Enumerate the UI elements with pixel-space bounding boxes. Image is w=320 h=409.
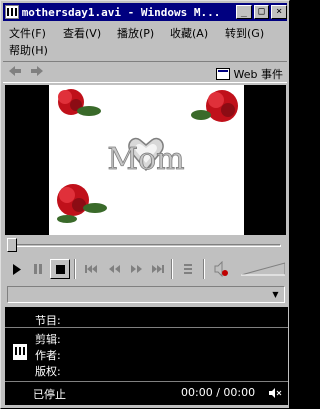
- author-label: 作者:: [35, 349, 61, 362]
- minimize-button[interactable]: _: [236, 5, 252, 19]
- pause-icon: [34, 264, 42, 274]
- web-events-label: Web 事件: [233, 68, 283, 81]
- previous-icon: [85, 265, 97, 273]
- speaker-icon: [214, 261, 228, 277]
- chevron-down-icon[interactable]: ▼: [269, 288, 282, 301]
- next-button[interactable]: [148, 259, 168, 279]
- rewind-icon: [108, 265, 120, 273]
- selection-dropdown[interactable]: ▼: [7, 286, 285, 303]
- playback-controls: [5, 257, 286, 281]
- volume-slider[interactable]: [240, 262, 286, 276]
- menu-goto[interactable]: 转到(G): [225, 25, 264, 41]
- menu-file[interactable]: 文件(F): [9, 25, 46, 41]
- mute-toggle-button[interactable]: [211, 259, 231, 279]
- pause-button[interactable]: [28, 259, 48, 279]
- playlist-icon: [184, 263, 192, 274]
- status-text: 已停止: [33, 388, 66, 401]
- back-arrow-icon[interactable]: [7, 65, 23, 79]
- playlist-button[interactable]: [178, 259, 198, 279]
- menu-favorites[interactable]: 收藏(A): [170, 25, 208, 41]
- speaker-mute-icon[interactable]: [268, 387, 282, 399]
- close-button[interactable]: ×: [271, 5, 287, 19]
- rose-top-left: [58, 89, 101, 116]
- info-divider: [5, 327, 288, 328]
- previous-button[interactable]: [81, 259, 101, 279]
- seek-bar[interactable]: [5, 236, 286, 254]
- rose-bottom-left: [57, 184, 107, 223]
- video-area[interactable]: Mom: [5, 85, 286, 235]
- video-overlay-text: Mom: [107, 142, 184, 177]
- next-icon: [152, 265, 164, 273]
- clip-label: 剪辑:: [35, 333, 61, 346]
- window-title: mothersday1.avi - Windows M...: [21, 5, 221, 19]
- stop-icon: [55, 264, 65, 274]
- video-frame: Mom: [49, 85, 244, 235]
- status-divider: [5, 381, 288, 382]
- controls-separator: [171, 259, 173, 279]
- menu-bar: 文件(F) 查看(V) 播放(P) 收藏(A) 转到(G) 帮助(H): [3, 23, 287, 59]
- seek-track[interactable]: [9, 244, 281, 247]
- video-image: Mom: [57, 89, 238, 223]
- program-label: 节目:: [35, 314, 61, 327]
- clip-icon: [13, 344, 27, 360]
- web-events-button[interactable]: Web 事件: [215, 66, 283, 82]
- play-button[interactable]: [7, 259, 27, 279]
- time-display: 00:00 / 00:00: [181, 386, 256, 399]
- info-panel: 节目: 剪辑: 作者: 版权: 已停止 00:00 / 00:00: [5, 307, 288, 405]
- media-player-window: mothersday1.avi - Windows M... _ □ × 文件(…: [0, 0, 290, 409]
- title-bar[interactable]: mothersday1.avi - Windows M... _ □ ×: [3, 3, 287, 21]
- rose-top-right: [191, 90, 238, 122]
- stop-button[interactable]: [50, 259, 70, 279]
- play-icon: [13, 263, 21, 275]
- menu-play[interactable]: 播放(P): [117, 25, 154, 41]
- maximize-button[interactable]: □: [253, 5, 270, 19]
- seek-thumb[interactable]: [7, 238, 17, 252]
- app-icon[interactable]: [5, 5, 19, 19]
- navigation-bar: Web 事件: [3, 61, 287, 83]
- fast-forward-button[interactable]: [126, 259, 146, 279]
- controls-separator: [203, 259, 205, 279]
- rewind-button[interactable]: [104, 259, 124, 279]
- forward-arrow-icon[interactable]: [29, 65, 45, 79]
- menu-view[interactable]: 查看(V): [63, 25, 101, 41]
- menu-help[interactable]: 帮助(H): [9, 42, 48, 58]
- controls-separator: [74, 259, 76, 279]
- fast-forward-icon: [130, 265, 142, 273]
- copyright-label: 版权:: [35, 365, 61, 378]
- web-page-icon: [215, 68, 230, 80]
